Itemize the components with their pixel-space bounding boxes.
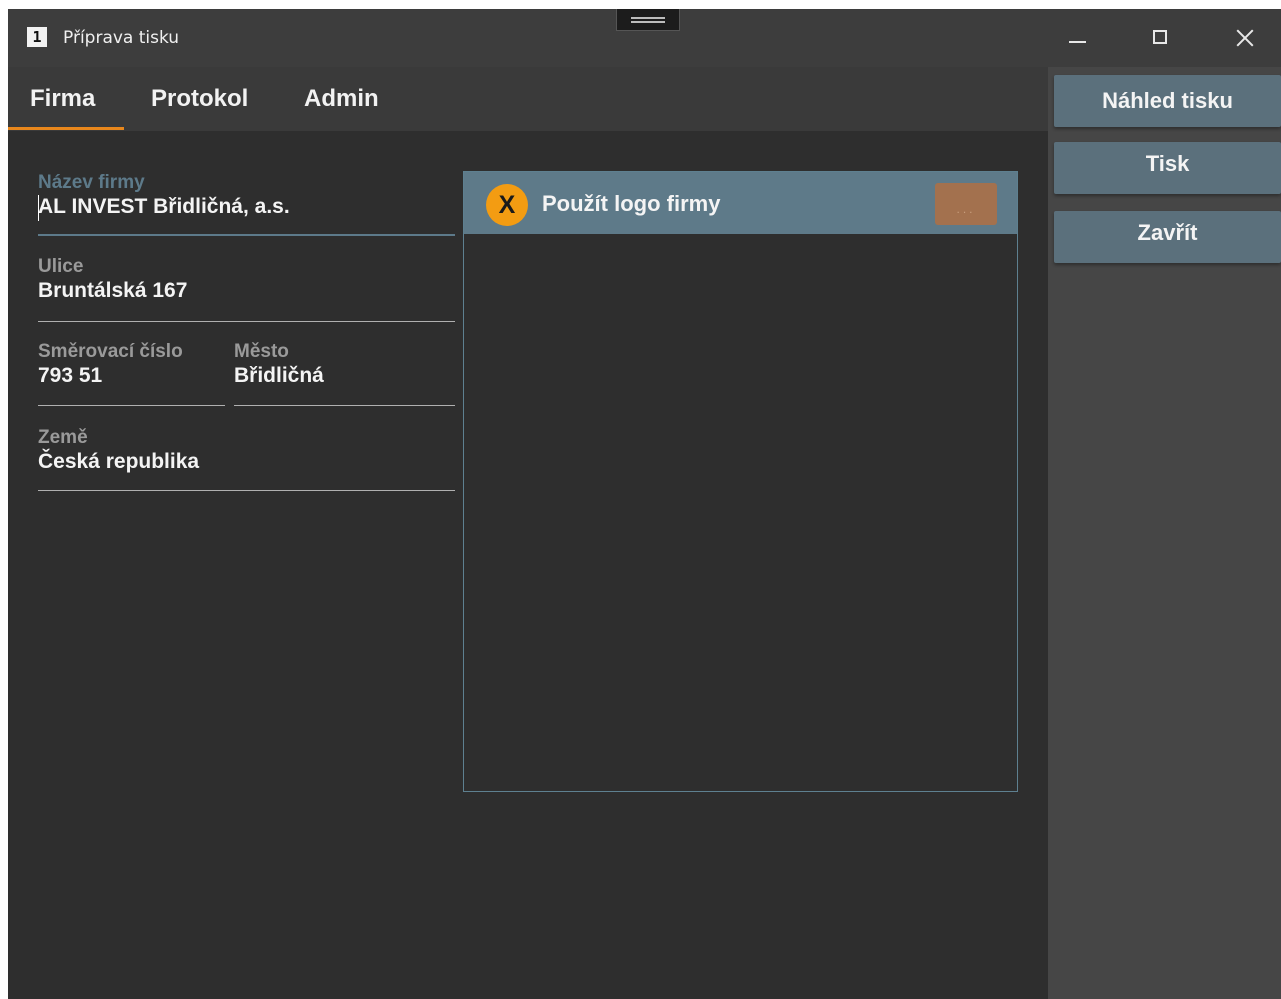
logo-panel: X Použít logo firmy ...: [463, 171, 1018, 792]
minimize-button[interactable]: [1057, 19, 1097, 57]
action-pane: Náhled tisku Tisk Zavřít: [1048, 67, 1281, 999]
city-underline: [234, 405, 455, 406]
postal-code-value[interactable]: 793 51: [38, 364, 102, 388]
country-field[interactable]: Země Česká republika: [38, 427, 455, 493]
text-caret: [38, 195, 39, 221]
print-preparation-window: 1 Příprava tisku Firma Protokol Admin Ná…: [8, 9, 1281, 999]
city-label: Město: [234, 341, 289, 362]
remove-logo-icon[interactable]: X: [486, 184, 528, 226]
window-title: Příprava tisku: [63, 28, 180, 48]
use-logo-label: Použít logo firmy: [542, 191, 721, 216]
postal-code-underline: [38, 405, 225, 406]
street-value[interactable]: Bruntálská 167: [38, 279, 187, 303]
browse-logo-button[interactable]: ...: [935, 183, 997, 225]
city-field[interactable]: Město Břidličná: [234, 341, 455, 408]
street-underline: [38, 321, 455, 322]
company-name-field[interactable]: Název firmy AL INVEST Břidličná, a.s.: [38, 172, 455, 238]
company-name-value[interactable]: AL INVEST Břidličná, a.s.: [38, 195, 290, 219]
street-field[interactable]: Ulice Bruntálská 167: [38, 256, 455, 324]
print-preview-button[interactable]: Náhled tisku: [1054, 75, 1281, 127]
maximize-button[interactable]: [1141, 19, 1181, 57]
tab-admin[interactable]: Admin: [304, 85, 379, 113]
company-name-underline: [38, 234, 455, 236]
tab-strip: Firma Protokol Admin: [8, 67, 1048, 131]
active-tab-indicator: [8, 127, 124, 130]
country-label: Země: [38, 427, 88, 448]
print-button[interactable]: Tisk: [1054, 142, 1281, 194]
tab-protokol[interactable]: Protokol: [151, 85, 248, 113]
app-icon: 1: [27, 27, 47, 47]
company-name-label: Název firmy: [38, 172, 145, 193]
close-button[interactable]: Zavřít: [1054, 211, 1281, 263]
street-label: Ulice: [38, 256, 84, 277]
country-underline: [38, 490, 455, 491]
title-bar[interactable]: 1 Příprava tisku: [8, 9, 1281, 67]
logo-panel-header: X Použít logo firmy ...: [464, 172, 1017, 234]
close-window-button[interactable]: [1225, 19, 1265, 57]
country-value[interactable]: Česká republika: [38, 450, 199, 474]
city-value[interactable]: Břidličná: [234, 364, 324, 388]
drag-handle-icon[interactable]: [616, 9, 680, 31]
postal-code-field[interactable]: Směrovací číslo 793 51: [38, 341, 225, 408]
tab-firma[interactable]: Firma: [30, 85, 95, 113]
postal-code-label: Směrovací číslo: [38, 341, 183, 362]
